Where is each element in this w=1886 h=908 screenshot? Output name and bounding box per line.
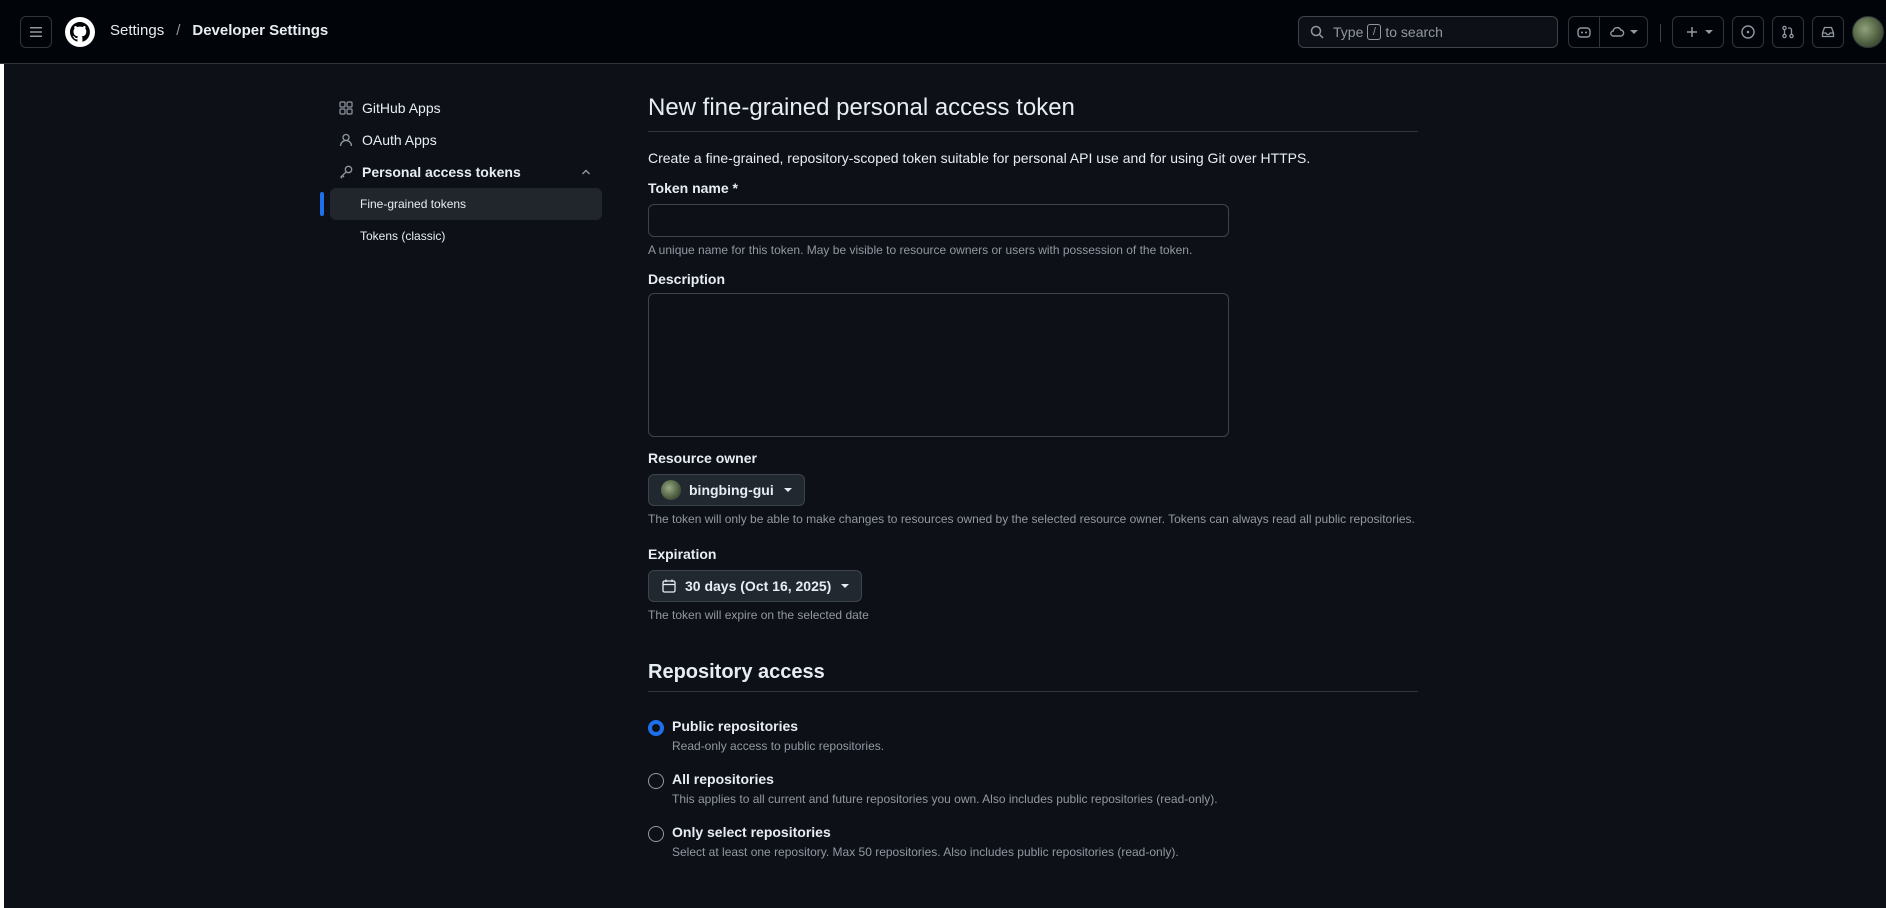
description-textarea[interactable] (648, 293, 1229, 437)
issues-button[interactable] (1732, 16, 1764, 48)
key-icon (340, 165, 353, 179)
sidebar-item-label: GitHub Apps (362, 100, 441, 116)
pull-requests-button[interactable] (1772, 16, 1804, 48)
resource-owner-selected: bingbing-gui (689, 482, 774, 498)
radio-note: This applies to all current and future r… (672, 792, 1218, 806)
user-avatar[interactable] (1852, 16, 1884, 48)
radio-label: Only select repositories (672, 824, 831, 840)
radio-button-checked[interactable] (648, 720, 664, 736)
search-input[interactable]: Type / to search (1298, 16, 1558, 48)
chevron-down-icon (1630, 30, 1638, 34)
page-title: New fine-grained personal access token (648, 88, 1418, 132)
repository-access-title: Repository access (648, 660, 1418, 692)
settings-sidebar: GitHub Apps OAuth Apps Personal access t… (320, 92, 602, 252)
chevron-down-icon (841, 584, 850, 588)
breadcrumb-settings[interactable]: Settings (110, 22, 164, 39)
cloud-icon (1610, 26, 1625, 37)
intro-text: Create a fine-grained, repository-scoped… (648, 150, 1311, 166)
top-header: Settings / Developer Settings Type / to … (0, 0, 1886, 64)
hamburger-icon (30, 27, 42, 37)
search-placeholder-suffix: to search (1385, 24, 1443, 40)
person-icon (339, 133, 353, 147)
radio-all-repositories[interactable]: All repositories This applies to all cur… (648, 771, 1418, 806)
inbox-button[interactable] (1812, 16, 1844, 48)
resource-owner-dropdown[interactable]: bingbing-gui (648, 474, 805, 506)
token-name-group: Token name * A unique name for this toke… (648, 180, 1418, 257)
description-group: Description (648, 271, 1418, 437)
chevron-down-icon (1704, 30, 1713, 34)
radio-note: Read-only access to public repositories. (672, 739, 885, 753)
chevron-up-icon[interactable] (580, 166, 592, 178)
owner-avatar (661, 480, 681, 500)
inbox-icon (1821, 26, 1835, 38)
copilot-button[interactable] (1568, 16, 1600, 48)
breadcrumb-separator: / (176, 22, 181, 39)
breadcrumb: Settings / Developer Settings (110, 22, 328, 39)
radio-public-repositories[interactable]: Public repositories Read-only access to … (648, 718, 1418, 753)
radio-button[interactable] (648, 826, 664, 842)
search-shortcut-key: / (1367, 24, 1382, 40)
sidebar-item-github-apps[interactable]: GitHub Apps (330, 92, 602, 124)
description-label: Description (648, 271, 726, 287)
plus-icon (1686, 27, 1697, 37)
search-placeholder-prefix: Type (1333, 24, 1364, 40)
window-edge (0, 0, 4, 908)
calendar-icon (662, 579, 676, 593)
sidebar-item-personal-access-tokens[interactable]: Personal access tokens (330, 156, 602, 188)
active-indicator (320, 192, 324, 216)
main-content: New fine-grained personal access token C… (648, 88, 1418, 859)
menu-button[interactable] (20, 16, 52, 48)
resource-owner-note: The token will only be able to make chan… (648, 512, 1415, 526)
radio-only-select-repositories[interactable]: Only select repositories Select at least… (648, 824, 1418, 859)
token-name-note: A unique name for this token. May be vis… (648, 243, 1193, 257)
pull-request-icon (1782, 25, 1794, 39)
repository-access-section: Repository access Public repositories Re… (648, 660, 1418, 859)
radio-note: Select at least one repository. Max 50 r… (672, 845, 1179, 859)
github-logo-icon[interactable] (64, 16, 96, 48)
resource-owner-group: Resource owner bingbing-gui The token wi… (648, 450, 1418, 526)
expiration-dropdown[interactable]: 30 days (Oct 16, 2025) (648, 570, 863, 602)
sidebar-item-oauth-apps[interactable]: OAuth Apps (330, 124, 602, 156)
create-new-button[interactable] (1672, 16, 1724, 48)
sidebar-subitem-label: Tokens (classic) (360, 229, 446, 243)
radio-button[interactable] (648, 773, 664, 789)
expiration-group: Expiration 30 days (Oct 16, 2025) The to… (648, 546, 1418, 622)
sidebar-item-label: OAuth Apps (362, 132, 437, 148)
search-icon (1310, 25, 1324, 39)
resource-owner-label: Resource owner (648, 450, 757, 466)
radio-label: All repositories (672, 771, 774, 787)
sidebar-subitem-fine-grained-tokens[interactable]: Fine-grained tokens (320, 188, 602, 220)
issue-icon (1741, 25, 1755, 39)
breadcrumb-developer-settings[interactable]: Developer Settings (192, 22, 328, 39)
expiration-selected: 30 days (Oct 16, 2025) (685, 578, 832, 594)
chevron-down-icon (783, 488, 792, 492)
header-divider (1660, 24, 1661, 42)
expiration-note: The token will expire on the selected da… (648, 608, 869, 622)
radio-label: Public repositories (672, 718, 799, 734)
sidebar-item-label: Personal access tokens (362, 164, 521, 180)
token-name-label: Token name * (648, 180, 738, 196)
expiration-label: Expiration (648, 546, 717, 562)
token-name-input[interactable] (648, 204, 1229, 237)
sidebar-subitem-tokens-classic[interactable]: Tokens (classic) (330, 220, 602, 252)
apps-icon (339, 101, 353, 115)
copilot-icon (1577, 27, 1591, 38)
sidebar-subitem-label: Fine-grained tokens (360, 197, 467, 211)
copilot-menu-button[interactable] (1600, 16, 1648, 48)
